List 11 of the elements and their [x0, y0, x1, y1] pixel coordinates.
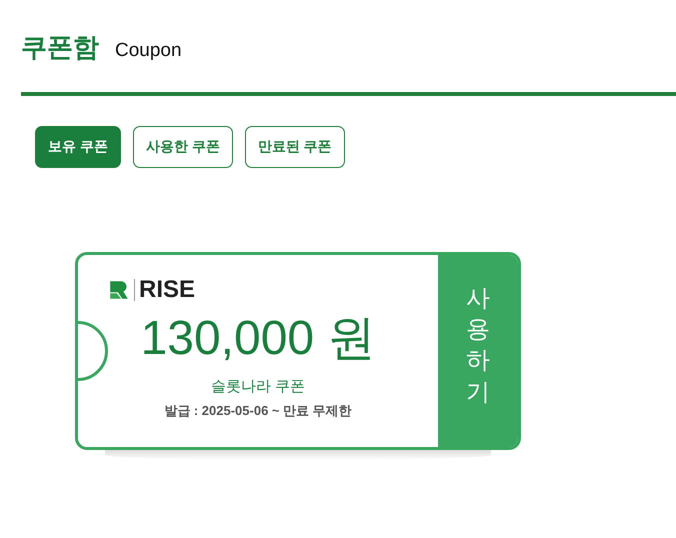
coupon-tab[interactable]: 사용한 쿠폰	[132, 126, 233, 168]
logo-icon	[108, 279, 130, 301]
page-title: 쿠폰함	[21, 31, 99, 64]
use-button[interactable]: 사용하기	[438, 255, 518, 447]
coupon-name: 슬롯나라 쿠폰	[210, 377, 306, 396]
coupon-tab[interactable]: 보유 쿠폰	[35, 126, 121, 168]
brand-name: RISE	[134, 279, 196, 301]
coupon-validity: 발급 : 2025-05-06 ~ 만료 무제한	[164, 402, 352, 420]
coupon-amount: 130,000 원	[140, 311, 376, 367]
page-subtitle: Coupon	[115, 40, 182, 62]
coupon-tab[interactable]: 만료된 쿠폰	[244, 126, 345, 168]
